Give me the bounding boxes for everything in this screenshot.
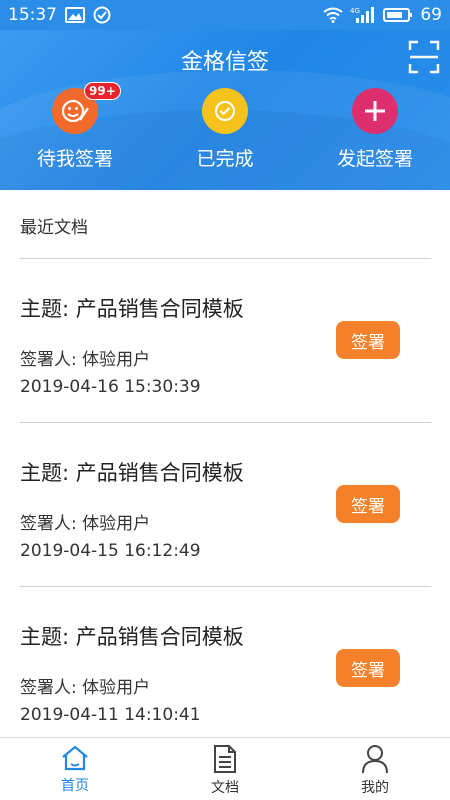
bottom-nav: 首页 文档 我的 <box>0 737 450 800</box>
completed-circle <box>202 88 248 134</box>
doc-list[interactable]: 主题: 产品销售合同模板 签署人: 体验用户 2019-04-16 15:30:… <box>0 259 450 737</box>
check-circle-icon <box>93 6 111 24</box>
pending-sign-action[interactable]: 99+ 待我签署 <box>10 82 140 171</box>
scan-button[interactable] <box>408 40 440 74</box>
home-icon <box>62 745 88 771</box>
scan-icon <box>408 40 440 74</box>
status-bar: 15:37 4G 69 <box>0 0 450 30</box>
user-icon <box>362 745 388 774</box>
nav-item-profile[interactable]: 我的 <box>300 738 450 800</box>
document-icon <box>214 745 236 773</box>
initiate-sign-action[interactable]: 发起签署 <box>310 88 440 171</box>
image-icon <box>65 7 85 23</box>
status-time: 15:37 <box>8 5 57 25</box>
completed-action[interactable]: 已完成 <box>160 88 290 171</box>
doc-subject: 主题: 产品销售合同模板 <box>20 461 244 485</box>
sign-button[interactable]: 签署 <box>336 321 400 359</box>
sign-button[interactable]: 签署 <box>336 649 400 687</box>
battery-level: 69 <box>420 5 442 25</box>
nav-label-profile: 我的 <box>361 780 389 796</box>
nav-label-home: 首页 <box>61 778 89 794</box>
list-item[interactable]: 主题: 产品销售合同模板 签署人: 体验用户 2019-04-16 15:30:… <box>0 259 450 423</box>
pending-count-badge: 99+ <box>84 82 121 100</box>
sign-button[interactable]: 签署 <box>336 485 400 523</box>
doc-signer: 签署人: 体验用户 <box>20 350 151 370</box>
header: 金格信签 99+ 待我签署 已完成 发起签署 <box>0 30 450 190</box>
wifi-icon <box>323 7 343 23</box>
battery-icon <box>383 7 413 23</box>
plus-icon <box>365 101 385 121</box>
check-icon <box>215 101 235 121</box>
pending-sign-circle: 99+ <box>52 82 121 134</box>
initiate-sign-label: 发起签署 <box>336 148 413 170</box>
nav-item-documents[interactable]: 文档 <box>150 738 300 800</box>
nav-item-home[interactable]: 首页 <box>0 738 150 800</box>
doc-subject: 主题: 产品销售合同模板 <box>20 625 244 649</box>
doc-signer: 签署人: 体验用户 <box>20 678 151 698</box>
list-item[interactable]: 主题: 产品销售合同模板 签署人: 体验用户 2019-04-11 14:10:… <box>0 587 450 737</box>
recent-docs-title: 最近文档 <box>20 218 88 238</box>
nav-label-documents: 文档 <box>211 780 239 796</box>
doc-date: 2019-04-16 15:30:39 <box>20 377 201 397</box>
doc-signer: 签署人: 体验用户 <box>20 514 151 534</box>
list-item[interactable]: 主题: 产品销售合同模板 签署人: 体验用户 2019-04-15 16:12:… <box>0 423 450 587</box>
network-label: 4G <box>350 7 360 15</box>
initiate-sign-circle <box>352 88 398 134</box>
doc-date: 2019-04-15 16:12:49 <box>20 541 201 561</box>
pending-sign-label: 待我签署 <box>36 148 113 170</box>
doc-date: 2019-04-11 14:10:41 <box>20 705 201 725</box>
completed-label: 已完成 <box>196 148 254 170</box>
doc-subject: 主题: 产品销售合同模板 <box>20 297 244 321</box>
signal-icon: 4G <box>350 6 376 24</box>
app-title: 金格信签 <box>180 50 269 75</box>
sign-pen-icon <box>61 99 89 123</box>
